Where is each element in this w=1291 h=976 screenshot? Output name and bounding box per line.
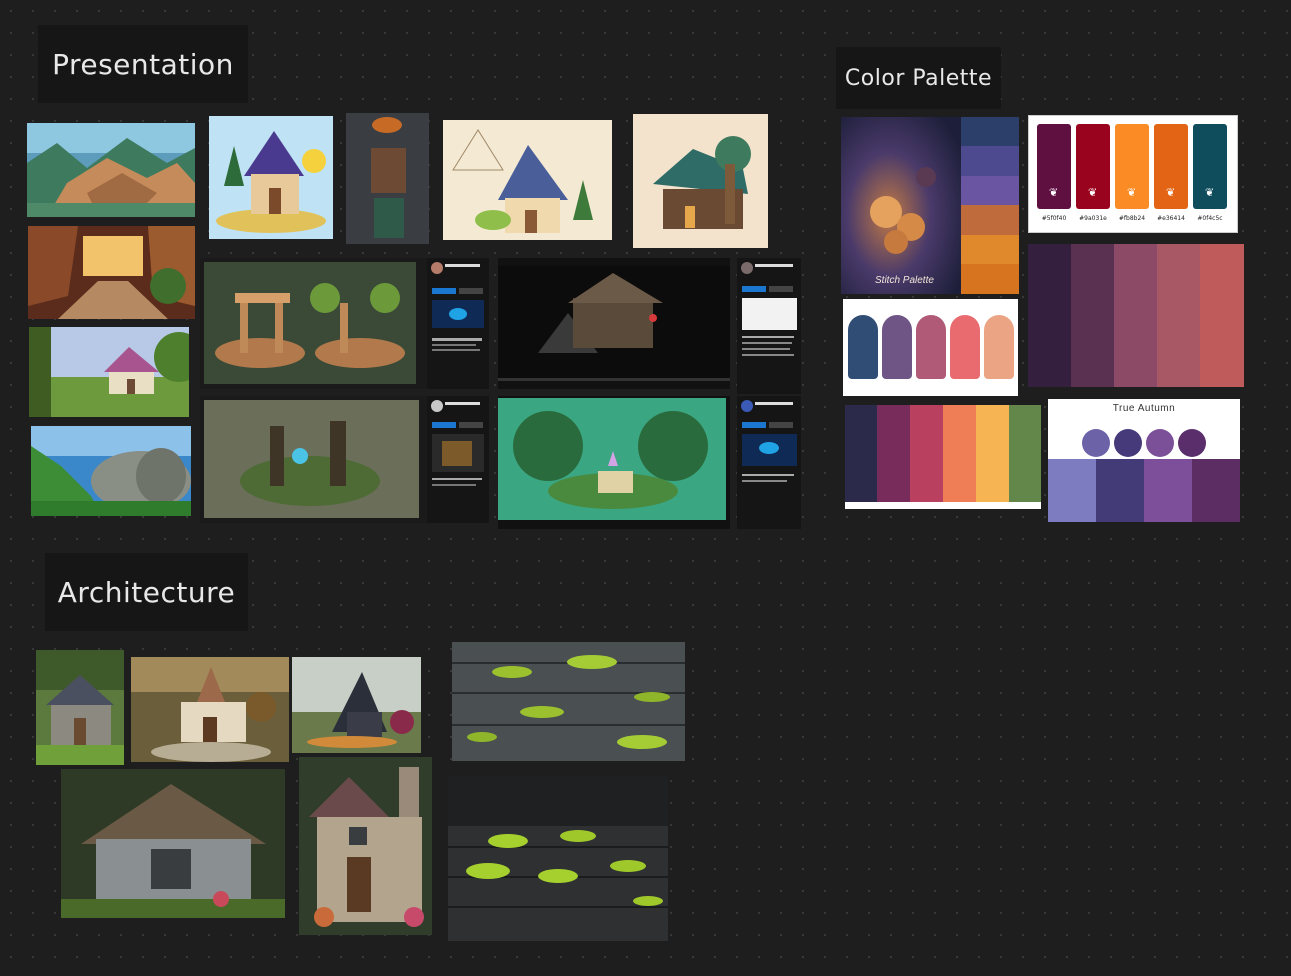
stitch-swatch-5 [961,235,1019,264]
mossy-roof-tiles-image[interactable] [448,776,668,941]
dark-stripe-3 [1114,244,1158,387]
dark-witch-house-image[interactable] [292,657,421,753]
autumn-circle-3 [1146,429,1174,457]
leaf-icon: ❦ [1088,186,1098,199]
presentation-title-text: Presentation [52,47,234,81]
leaf-icon: ❦ [1205,186,1215,199]
artstation-post-3-image[interactable] [200,396,427,523]
dark-stripe-2 [1071,244,1115,387]
pastel-pill-5 [984,315,1014,379]
thatched-stone-cottage-image[interactable] [61,769,285,918]
true-autumn-title: True Autumn [1112,403,1176,414]
mossy-shingles-close-image[interactable] [452,642,685,761]
leaf-hex-4: #e36414 [1157,215,1185,222]
pastel-pill-3 [916,315,946,379]
stitch-swatch-2 [961,146,1019,176]
leaf-hex-5: #0f4c5c [1197,215,1223,222]
leaf-icon: ❦ [1049,186,1059,199]
leaf-hex-1: #5f0f40 [1041,215,1067,222]
pastel-pills-palette[interactable] [843,299,1018,396]
artstation-post-2-image[interactable] [498,258,730,389]
sunset-strip-5 [976,405,1009,502]
artstation-sidebar-2-image[interactable] [737,258,801,394]
sunset-strip-4 [943,405,976,502]
rock-arch-jungle-image[interactable] [31,426,191,516]
props-sheet-image[interactable] [346,113,429,244]
autumn-circle-1 [1082,429,1110,457]
color-palette-title-text: Color Palette [844,65,993,91]
stitch-swatch-1 [961,117,1019,146]
stitch-swatch-3 [961,176,1019,205]
artstation-post-1-image[interactable] [200,258,427,389]
house-sketch-color-image[interactable] [443,120,612,240]
artstation-sidebar-4-image[interactable] [737,396,801,529]
leaf-hex-3: #fb8b24 [1118,215,1146,222]
stitch-swatch-4 [961,205,1019,235]
dark-stripes-palette[interactable] [1028,244,1244,387]
architecture-title-text: Architecture [57,575,236,609]
sunset-strip-2 [877,405,910,502]
autumn-circle-4 [1178,429,1206,457]
cottage-landscape-image[interactable] [29,327,189,417]
autumn-block-3 [1144,459,1192,522]
autumn-block-1 [1048,459,1096,522]
artstation-sidebar-1-image[interactable] [427,258,489,389]
architecture-section-title[interactable]: Architecture [45,553,248,631]
sunset-strip-3 [910,405,943,502]
pastel-pill-1 [848,315,878,379]
presentation-section-title[interactable]: Presentation [38,25,248,103]
pastel-pill-2 [882,315,912,379]
dark-stripe-5 [1200,244,1244,387]
color-palette-section-title[interactable]: Color Palette [836,47,1001,109]
stone-cottage-garden-image[interactable] [36,650,124,765]
leaf-icon: ❦ [1166,186,1176,199]
stylized-house-blue-bg-image[interactable] [209,116,333,239]
sunset-strips-palette[interactable] [845,405,1041,509]
stitch-palette-card[interactable]: Stitch Palette [841,117,1019,294]
sunset-strip-6 [1009,405,1041,502]
true-autumn-palette[interactable]: True Autumn [1048,399,1240,522]
mushroom-house-image[interactable] [633,114,768,248]
autumn-block-4 [1192,459,1240,522]
sunset-strip-1 [845,405,878,502]
dark-stripe-4 [1157,244,1201,387]
stitch-palette-brand: Stitch Palette [875,275,934,286]
dark-stripe-1 [1028,244,1072,387]
autumn-circle-2 [1114,429,1142,457]
storybook-stone-house-image[interactable] [299,757,432,935]
leaf-palette-card[interactable]: ❦ ❦ ❦ ❦ ❦ #5f0f40 #9a031e #fb8b24 #e3641… [1028,115,1238,233]
stitch-swatch-6 [961,264,1019,294]
autumn-block-2 [1096,459,1144,522]
pastel-pill-4 [950,315,980,379]
village-street-image[interactable] [28,226,195,319]
artstation-sidebar-3-image[interactable] [427,396,489,523]
forest-cliff-scene-image[interactable] [27,123,195,217]
leaf-icon: ❦ [1127,186,1137,199]
cobblestone-path-cottage-image[interactable] [131,657,289,762]
artstation-post-4-image[interactable] [498,396,730,529]
leaf-hex-2: #9a031e [1079,215,1107,222]
